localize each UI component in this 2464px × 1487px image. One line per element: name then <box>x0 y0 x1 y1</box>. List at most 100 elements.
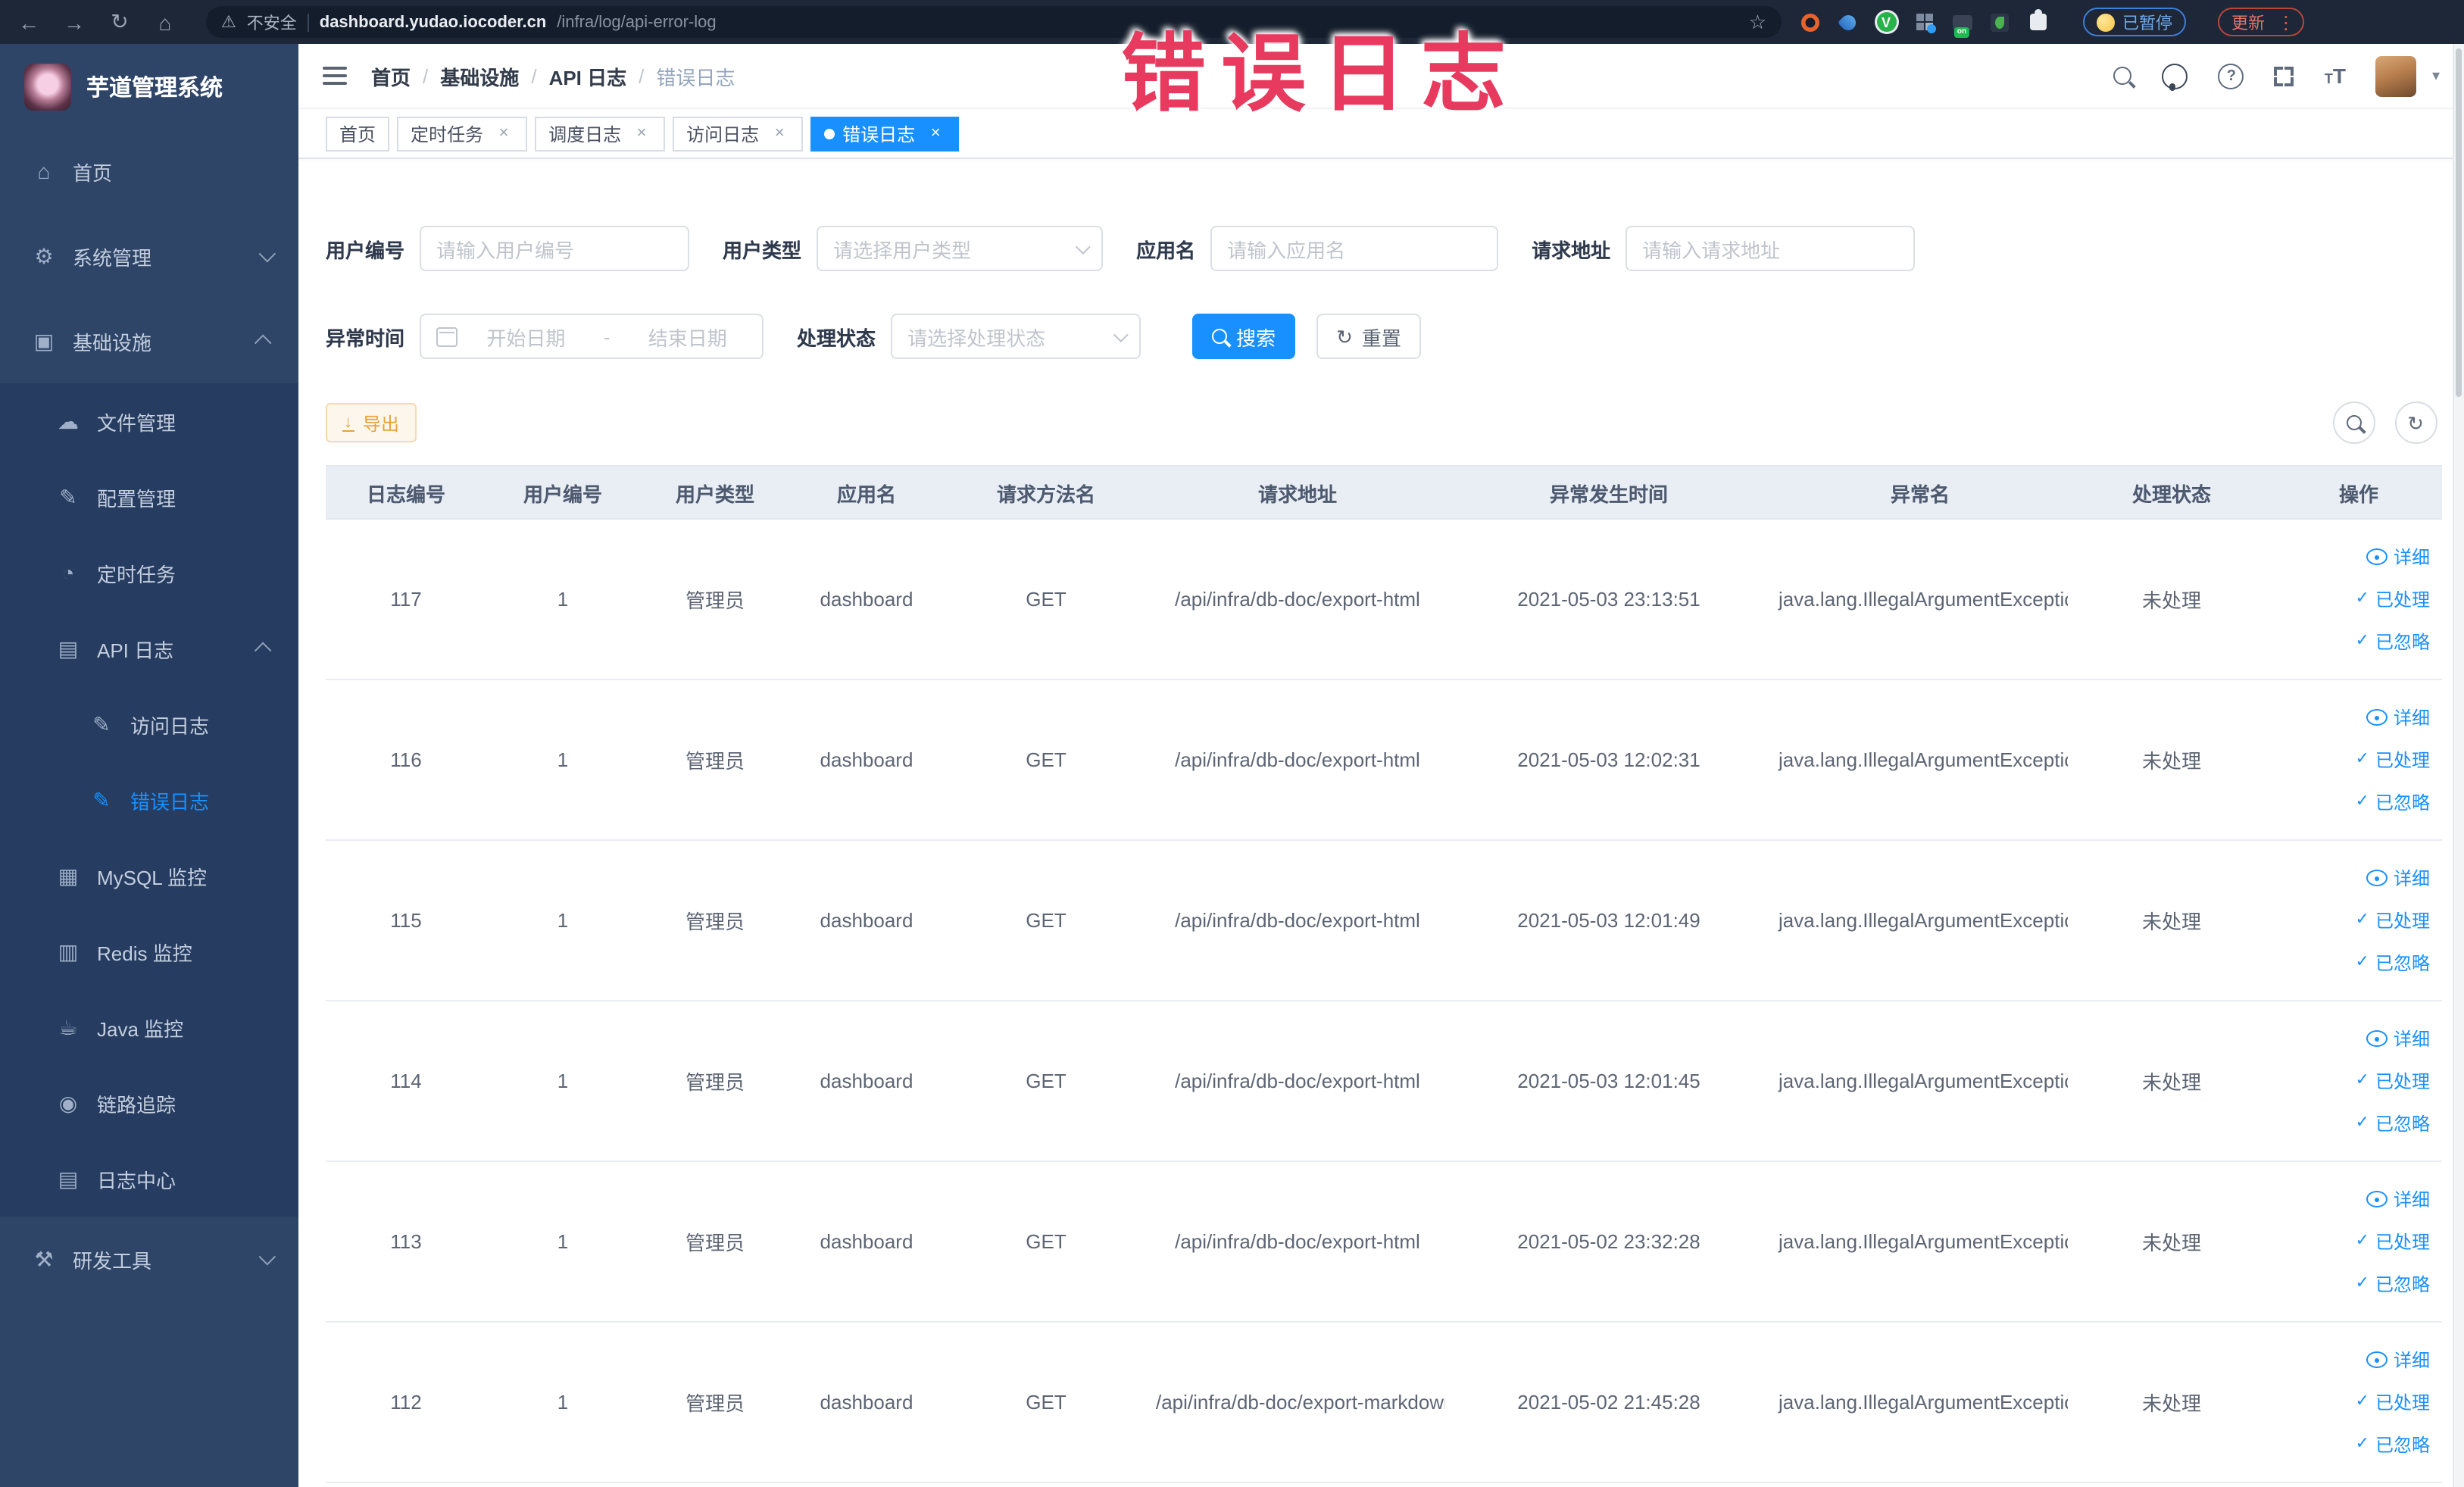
tab-job[interactable]: 定时任务 × <box>397 116 528 151</box>
shield-extension-icon[interactable] <box>1837 11 1860 33</box>
url-path: /infra/log/api-error-log <box>557 13 717 31</box>
action-ignored-link[interactable]: ✓ 已忽略 <box>2356 789 2430 815</box>
breadcrumb: 首页 / 基础设施 / API 日志 / 错误日志 <box>371 61 735 90</box>
breadcrumb-api-log[interactable]: API 日志 <box>549 61 627 90</box>
refresh-table-button[interactable]: ↻ <box>2394 401 2437 444</box>
action-detail-link[interactable]: 详细 <box>2366 704 2430 730</box>
app-name-input[interactable]: 请输入应用名 <box>1210 226 1499 271</box>
sidebar-item-api-log[interactable]: ▤ API 日志 <box>0 611 298 686</box>
paused-badge[interactable]: 已暂停 <box>2083 8 2186 36</box>
api-log-icon: ▤ <box>58 636 79 660</box>
eye-icon <box>2366 1030 2387 1047</box>
sidebar-item-infrastructure[interactable]: ▣ 基础设施 <box>0 298 298 383</box>
sidebar-item-error-log[interactable]: ✎ 错误日志 <box>0 762 298 838</box>
cell-4: GET <box>942 679 1150 841</box>
adblock-extension-icon[interactable] <box>1800 11 1821 33</box>
back-icon[interactable]: ← <box>15 10 42 34</box>
action-detail-link[interactable]: 详细 <box>2366 1347 2430 1373</box>
v-extension-icon[interactable]: V <box>1875 11 1897 33</box>
action-ignored-link[interactable]: ✓ 已忽略 <box>2356 1432 2430 1457</box>
export-button[interactable]: ↓ 导出 <box>326 403 417 442</box>
toggle-search-button[interactable] <box>2332 401 2375 444</box>
sidebar-item-job[interactable]: ◔ 定时任务 <box>0 535 298 611</box>
close-icon[interactable]: × <box>632 124 651 142</box>
cell-0: 113 <box>326 1161 486 1323</box>
process-status-label: 处理状态 <box>797 326 876 349</box>
action-detail-link[interactable]: 详细 <box>2366 1186 2430 1212</box>
sidebar-item-redis[interactable]: ▥ Redis 监控 <box>0 914 298 989</box>
reload-icon[interactable]: ↻ <box>106 9 133 35</box>
reset-button[interactable]: ↻ 重置 <box>1316 314 1421 359</box>
table-row: 112 1 管理员 dashboard GET/api/infra/db-doc/exp… <box>326 1322 2442 1483</box>
tab-home[interactable]: 首页 <box>326 116 390 151</box>
home-icon[interactable]: ⌂ <box>151 10 179 34</box>
sidebar-item-trace[interactable]: ◉ 链路追踪 <box>0 1065 298 1141</box>
action-processed-link[interactable]: ✓ 已处理 <box>2356 908 2430 933</box>
github-icon[interactable] <box>2162 63 2188 90</box>
user-type-select[interactable]: 请选择用户类型 <box>817 226 1104 271</box>
fullscreen-icon[interactable] <box>2274 66 2294 86</box>
breadcrumb-home[interactable]: 首页 <box>371 61 411 90</box>
cell-7: java.lang.IllegalArgumentException <box>1772 1322 2068 1483</box>
close-icon[interactable]: × <box>926 124 945 142</box>
sidebar-menu: ⌂ 首页 ⚙ 系统管理 ▣ 基础设施 ☁ 文件管理 ✎ 配置管理 ◔ 定时任务 ▤ API 日志 ✎ 访问日志… <box>0 129 298 1301</box>
address-bar[interactable]: ⚠ 不安全 dashboard.yudao.iocoder.cn/infra/l… <box>206 6 1782 38</box>
action-processed-link[interactable]: ✓ 已处理 <box>2356 747 2430 773</box>
user-id-input[interactable]: 请输入用户编号 <box>420 226 690 271</box>
grid-extension-icon[interactable] <box>1913 11 1935 33</box>
tab-access-log[interactable]: 访问日志 × <box>673 116 804 151</box>
close-icon[interactable]: × <box>494 124 514 142</box>
update-button[interactable]: 更新 ⋮ <box>2218 8 2304 36</box>
action-processed-link[interactable]: ✓ 已处理 <box>2356 586 2430 612</box>
caret-down-icon[interactable]: ▾ <box>2432 67 2440 84</box>
action-processed-link[interactable]: ✓ 已处理 <box>2356 1068 2430 1094</box>
close-icon[interactable]: × <box>770 124 789 142</box>
request-url-input[interactable]: 请输入请求地址 <box>1625 226 1916 271</box>
sidebar-item-file[interactable]: ☁ 文件管理 <box>0 383 298 459</box>
sidebar-item-mysql[interactable]: ▦ MySQL 监控 <box>0 838 298 914</box>
update-label: 更新 <box>2231 14 2265 33</box>
bookmark-star-icon[interactable]: ☆ <box>1749 10 1766 34</box>
forward-icon[interactable]: → <box>61 10 88 34</box>
action-detail-link[interactable]: 详细 <box>2366 544 2430 570</box>
sidebar-item-config[interactable]: ✎ 配置管理 <box>0 459 298 535</box>
cell-3: dashboard <box>791 679 942 841</box>
action-detail-link[interactable]: 详细 <box>2366 1026 2430 1051</box>
tab-job-log[interactable]: 调度日志 × <box>535 116 666 151</box>
switch-on-extension-icon[interactable] <box>1951 11 1972 33</box>
sidebar-item-log-center[interactable]: ▤ 日志中心 <box>0 1141 298 1217</box>
action-processed-link[interactable]: ✓ 已处理 <box>2356 1389 2430 1415</box>
user-avatar[interactable] <box>2375 55 2417 96</box>
action-ignored-link[interactable]: ✓ 已忽略 <box>2356 1111 2430 1136</box>
sidebar-item-access-log[interactable]: ✎ 访问日志 <box>0 686 298 762</box>
sidebar-item-home[interactable]: ⌂ 首页 <box>0 129 298 214</box>
eye-icon <box>2366 870 2387 886</box>
action-detail-link[interactable]: 详细 <box>2366 865 2430 891</box>
action-label: 已处理 <box>2375 911 2430 932</box>
action-ignored-link[interactable]: ✓ 已忽略 <box>2356 1271 2430 1297</box>
search-icon[interactable] <box>2113 67 2132 85</box>
action-ignored-link[interactable]: ✓ 已忽略 <box>2356 950 2430 976</box>
action-processed-link[interactable]: ✓ 已处理 <box>2356 1229 2430 1254</box>
menu-dots-icon[interactable]: ⋮ <box>2277 11 2295 33</box>
cell-8: 未处理 <box>2068 840 2275 1001</box>
tab-error-log[interactable]: 错误日志 × <box>810 116 960 151</box>
sidebar-item-system[interactable]: ⚙ 系统管理 <box>0 214 298 298</box>
scrollbar-thumb[interactable] <box>2456 48 2462 397</box>
sidebar-item-dev-tools[interactable]: ⚒ 研发工具 <box>0 1217 298 1301</box>
date-range-picker[interactable]: 开始日期 - 结束日期 <box>420 314 764 359</box>
breadcrumb-infra[interactable]: 基础设施 <box>440 61 519 90</box>
hamburger-icon[interactable] <box>323 67 347 85</box>
cell-actions: 详细 ✓ 已处理 ✓ 已忽略 <box>2275 519 2442 680</box>
check-icon: ✓ <box>2355 1114 2369 1132</box>
cell-1: 1 <box>486 1001 639 1162</box>
plant-extension-icon[interactable] <box>1989 11 2010 33</box>
action-ignored-link[interactable]: ✓ 已忽略 <box>2356 629 2430 654</box>
process-status-select[interactable]: 请选择处理状态 <box>891 314 1141 359</box>
java-monitor-icon: ☕ <box>58 1014 78 1039</box>
sidebar-item-java[interactable]: ☕ Java 监控 <box>0 989 298 1065</box>
search-button[interactable]: 搜索 <box>1192 314 1296 359</box>
help-icon[interactable]: ? <box>2218 63 2244 89</box>
font-size-icon[interactable]: TT <box>2325 64 2346 88</box>
puzzle-extensions-icon[interactable] <box>2027 9 2048 33</box>
